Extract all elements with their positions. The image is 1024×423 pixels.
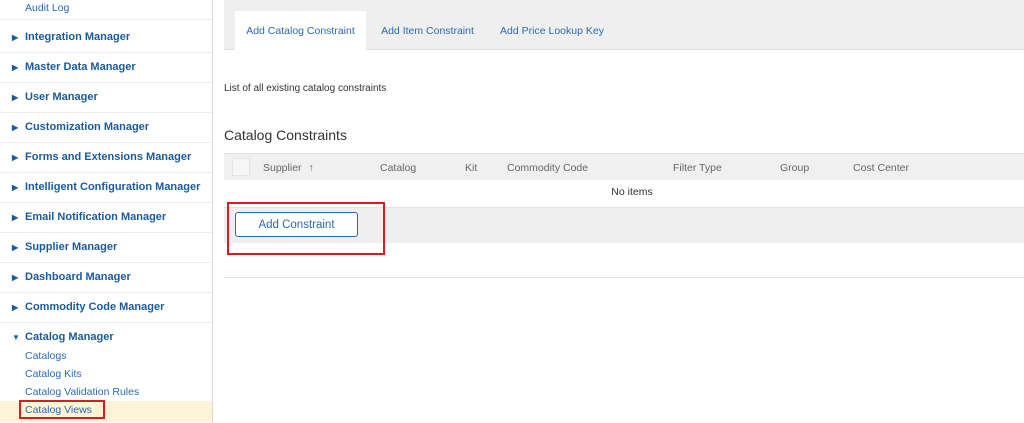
sidebar-section-label: Dashboard Manager — [25, 271, 131, 283]
sidebar-section-label: Forms and Extensions Manager — [25, 151, 192, 163]
tab-add-catalog-constraint[interactable]: Add Catalog Constraint — [235, 11, 366, 50]
sidebar-item-audit-log[interactable]: Audit Log — [25, 2, 69, 14]
sidebar-section-label: Master Data Manager — [25, 61, 136, 73]
caret-right-icon: ▶ — [12, 32, 19, 42]
sidebar-section-label: Catalog Manager — [25, 331, 114, 343]
sidebar-divider — [0, 82, 212, 83]
sidebar-section-forms-and-extensions-manager[interactable]: ▶ Forms and Extensions Manager — [12, 151, 191, 163]
sidebar-section-intelligent-configuration-manager[interactable]: ▶ Intelligent Configuration Manager — [12, 181, 200, 193]
column-header-supplier[interactable]: Supplier ↑ — [263, 162, 314, 174]
sidebar-divider — [0, 142, 212, 143]
empty-table-message: No items — [611, 186, 653, 198]
caret-down-icon: ▼ — [12, 332, 20, 342]
tab-bar: Add Catalog Constraint Add Item Constrai… — [224, 0, 1024, 50]
table-header: Supplier ↑ Catalog Kit Commodity Code Fi… — [224, 153, 1024, 180]
page-description: List of all existing catalog constraints — [224, 83, 387, 94]
column-header-kit[interactable]: Kit — [465, 162, 477, 174]
sidebar-section-integration-manager[interactable]: ▶ Integration Manager — [12, 31, 130, 43]
column-header-label: Supplier — [263, 162, 302, 174]
column-header-commodity-code[interactable]: Commodity Code — [507, 162, 588, 174]
sidebar-divider — [0, 322, 212, 323]
sidebar-divider — [0, 19, 212, 20]
sidebar-section-email-notification-manager[interactable]: ▶ Email Notification Manager — [12, 211, 166, 223]
sidebar-section-customization-manager[interactable]: ▶ Customization Manager — [12, 121, 149, 133]
sidebar-section-user-manager[interactable]: ▶ User Manager — [12, 91, 98, 103]
caret-right-icon: ▶ — [12, 302, 19, 312]
sidebar-section-master-data-manager[interactable]: ▶ Master Data Manager — [12, 61, 136, 73]
sidebar-section-label: Integration Manager — [25, 31, 131, 43]
caret-right-icon: ▶ — [12, 62, 19, 72]
sidebar-section-label: Intelligent Configuration Manager — [25, 181, 201, 193]
sidebar-section-commodity-code-manager[interactable]: ▶ Commodity Code Manager — [12, 301, 164, 313]
caret-right-icon: ▶ — [12, 242, 19, 252]
sidebar-section-dashboard-manager[interactable]: ▶ Dashboard Manager — [12, 271, 131, 283]
caret-right-icon: ▶ — [12, 92, 19, 102]
sidebar-section-label: Email Notification Manager — [25, 211, 167, 223]
caret-right-icon: ▶ — [12, 122, 19, 132]
column-header-filter-type[interactable]: Filter Type — [673, 162, 722, 174]
sidebar-section-catalog-manager[interactable]: ▼ Catalog Manager — [12, 331, 114, 343]
sidebar-divider — [0, 292, 212, 293]
sidebar-divider — [0, 112, 212, 113]
content-divider — [224, 277, 1024, 278]
sidebar-item-catalog-validation-rules[interactable]: Catalog Validation Rules — [25, 386, 139, 398]
sidebar-item-catalogs[interactable]: Catalogs — [25, 350, 66, 362]
column-header-catalog[interactable]: Catalog — [380, 162, 416, 174]
sidebar: Audit Log ▶ Integration Manager ▶ Master D… — [0, 0, 213, 423]
caret-right-icon: ▶ — [12, 212, 19, 222]
sidebar-section-label: User Manager — [25, 91, 98, 103]
column-header-cost-center[interactable]: Cost Center — [853, 162, 909, 174]
sidebar-divider — [0, 262, 212, 263]
section-title: Catalog Constraints — [224, 127, 347, 143]
column-header-group[interactable]: Group — [780, 162, 809, 174]
sidebar-section-label: Commodity Code Manager — [25, 301, 165, 313]
sidebar-section-label: Supplier Manager — [25, 241, 118, 253]
caret-right-icon: ▶ — [12, 182, 19, 192]
select-all-checkbox[interactable] — [232, 158, 250, 176]
tab-add-item-constraint[interactable]: Add Item Constraint — [372, 11, 483, 50]
tab-add-price-lookup-key[interactable]: Add Price Lookup Key — [494, 11, 610, 50]
sidebar-section-label: Customization Manager — [25, 121, 150, 133]
caret-right-icon: ▶ — [12, 152, 19, 162]
sidebar-section-supplier-manager[interactable]: ▶ Supplier Manager — [12, 241, 117, 253]
sidebar-divider — [0, 52, 212, 53]
annotation-highlight-box — [19, 400, 105, 419]
annotation-highlight-box — [227, 202, 385, 255]
sidebar-item-catalog-kits[interactable]: Catalog Kits — [25, 368, 82, 380]
caret-right-icon: ▶ — [12, 272, 19, 282]
sort-ascending-icon: ↑ — [308, 162, 314, 174]
sidebar-divider — [0, 172, 212, 173]
sidebar-divider — [0, 202, 212, 203]
sidebar-divider — [0, 232, 212, 233]
